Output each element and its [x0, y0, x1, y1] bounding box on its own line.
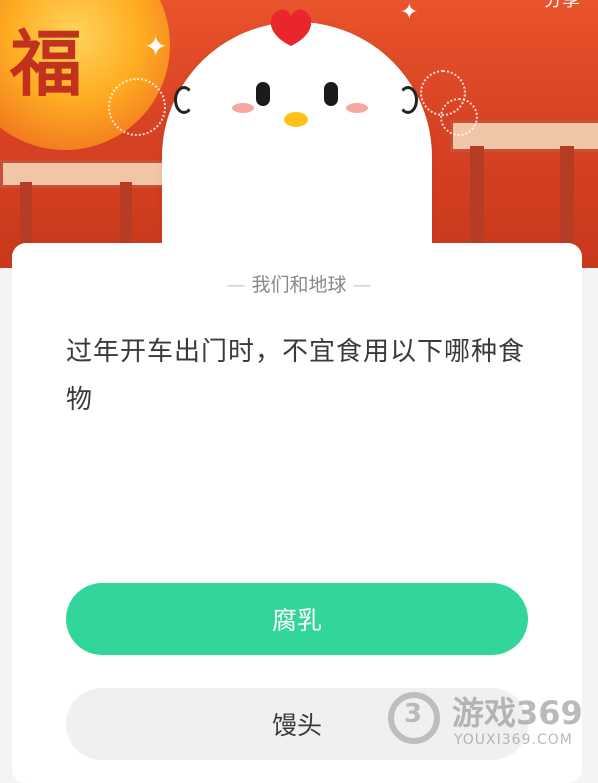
- chick-arm-left: [174, 86, 194, 114]
- chick-eye: [324, 82, 338, 106]
- chick-blush: [232, 103, 254, 113]
- chick-beak: [284, 112, 308, 127]
- watermark-url: YOUXI369.COM: [454, 732, 573, 748]
- answer-option-1[interactable]: 腐乳: [66, 583, 528, 655]
- dotted-circle-decoration: [440, 98, 478, 136]
- share-button[interactable]: 分享: [544, 0, 580, 12]
- title-dash-left: —: [226, 274, 246, 296]
- section-title: — 我们和地球 —: [0, 270, 598, 297]
- watermark-name: 游戏369: [452, 694, 583, 732]
- chick-comb-icon: [270, 9, 312, 46]
- chick-eye: [256, 82, 270, 106]
- lantern-fu-character: 福: [10, 21, 83, 106]
- section-title-text: 我们和地球: [251, 274, 347, 296]
- watermark-logo-mark: 3: [404, 699, 423, 729]
- dotted-circle-decoration: [108, 78, 166, 136]
- chick-blush: [346, 103, 368, 113]
- title-dash-right: —: [352, 274, 372, 296]
- answer-option-2-label: 馒头: [271, 711, 322, 740]
- site-watermark: 3 游戏369 YOUXI369.COM: [388, 690, 588, 754]
- chick-arm-right: [398, 86, 418, 114]
- answer-option-1-label: 腐乳: [271, 606, 322, 635]
- sparkle-icon: ✦: [144, 30, 168, 63]
- sparkle-icon: ✦: [400, 0, 419, 25]
- question-text: 过年开车出门时，不宜食用以下哪种食物: [66, 337, 526, 415]
